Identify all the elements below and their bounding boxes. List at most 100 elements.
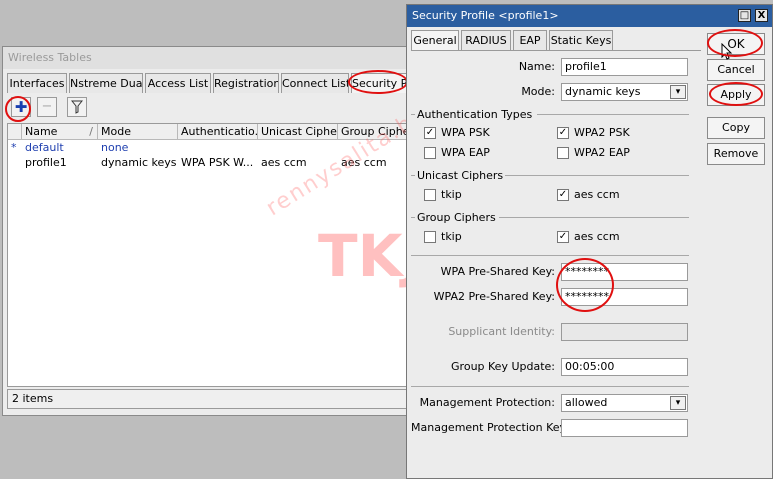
ok-button[interactable]: OK — [707, 33, 765, 55]
management-protection-key-field[interactable] — [561, 419, 688, 437]
row-unicast: aes ccm — [261, 156, 307, 169]
row-marker: * — [11, 141, 17, 154]
group-key-update-label: Group Key Update: — [451, 360, 555, 373]
mouse-cursor-icon — [721, 43, 733, 60]
tab-radius[interactable]: RADIUS — [461, 30, 511, 50]
row-group: aes ccm — [341, 156, 387, 169]
unicast-ciphers-heading: Unicast Ciphers — [417, 169, 504, 182]
tab-divider — [411, 50, 701, 51]
add-button[interactable]: ✚ — [11, 97, 31, 117]
header-name-label: Name — [25, 125, 58, 138]
name-field[interactable]: profile1 — [561, 58, 688, 76]
wpa2-psk-checkbox[interactable]: ✓ — [557, 127, 569, 139]
wpa2-psk-key-label: WPA2 Pre-Shared Key: — [433, 290, 555, 303]
header-group-ciphers[interactable]: Group Ciphers — [338, 124, 406, 140]
dropdown-arrow-icon: ▾ — [670, 85, 686, 99]
unicast-tkip-checkbox[interactable] — [424, 189, 436, 201]
unicast-aes-label: aes ccm — [574, 188, 620, 201]
dropdown-arrow-icon: ▾ — [670, 396, 686, 410]
apply-button[interactable]: Apply — [707, 84, 765, 106]
row-mode: dynamic keys — [101, 156, 177, 169]
tab-static-keys[interactable]: Static Keys — [549, 30, 613, 50]
dialog-title: Security Profile <profile1> — [407, 5, 772, 27]
row-marker — [8, 155, 22, 170]
tab-security-profiles[interactable]: Security Pr — [351, 73, 409, 93]
maximize-button[interactable]: □ — [738, 9, 751, 22]
cancel-button[interactable]: Cancel — [707, 59, 765, 81]
row-mode: none — [101, 141, 129, 154]
group-divider — [499, 217, 689, 218]
table-row[interactable]: * default none — [8, 140, 406, 155]
wpa-psk-key-label: WPA Pre-Shared Key: — [440, 265, 555, 278]
close-button[interactable]: X — [755, 9, 768, 22]
group-divider — [537, 114, 689, 115]
table-row[interactable]: profile1 dynamic keys WPA PSK W... aes c… — [8, 155, 406, 170]
status-bar: 2 items — [7, 389, 407, 409]
unicast-aes-checkbox[interactable]: ✓ — [557, 189, 569, 201]
wpa-eap-checkbox[interactable] — [424, 147, 436, 159]
group-ciphers-heading: Group Ciphers — [417, 211, 496, 224]
management-protection-label: Management Protection: — [419, 396, 555, 409]
filter-icon — [70, 100, 84, 114]
row-name: default — [25, 141, 64, 154]
toolbar: ✚ − — [7, 95, 405, 121]
management-protection-select[interactable]: allowed ▾ — [561, 394, 688, 412]
wpa-eap-label: WPA EAP — [441, 146, 490, 159]
group-aes-label: aes ccm — [574, 230, 620, 243]
tab-registration[interactable]: Registration — [213, 73, 279, 93]
group-tkip-label: tkip — [441, 230, 462, 243]
supplicant-identity-label: Supplicant Identity: — [448, 325, 555, 338]
sort-icon: / — [89, 125, 93, 138]
row-authentication: WPA PSK W... — [181, 156, 254, 169]
wpa-psk-label: WPA PSK — [441, 126, 490, 139]
management-protection-value: allowed — [565, 396, 608, 409]
header-mode[interactable]: Mode — [98, 124, 178, 140]
group-key-update-field[interactable]: 00:05:00 — [561, 358, 688, 376]
wpa2-eap-checkbox[interactable] — [557, 147, 569, 159]
filter-button[interactable] — [67, 97, 87, 117]
group-divider — [411, 175, 415, 176]
tab-connect-list[interactable]: Connect List — [281, 73, 349, 93]
supplicant-identity-field — [561, 323, 688, 341]
wpa-psk-checkbox[interactable]: ✓ — [424, 127, 436, 139]
group-divider — [411, 114, 415, 115]
header-unicast-ciphers[interactable]: Unicast Ciphers — [258, 124, 338, 140]
auth-types-heading: Authentication Types — [417, 108, 533, 121]
tab-access-list[interactable]: Access List — [145, 73, 211, 93]
header-name[interactable]: Name / — [22, 124, 98, 140]
section-divider — [411, 255, 689, 256]
tab-interfaces[interactable]: Interfaces — [7, 73, 67, 93]
remove-button[interactable]: − — [37, 97, 57, 117]
close-icon: X — [757, 10, 766, 21]
wpa2-psk-key-field[interactable]: ******** — [561, 288, 688, 306]
mode-select[interactable]: dynamic keys ▾ — [561, 83, 688, 101]
mode-label: Mode: — [521, 85, 555, 98]
header-authentication[interactable]: Authenticatio... — [178, 124, 258, 140]
wpa-psk-key-field[interactable]: ******** — [561, 263, 688, 281]
unicast-tkip-label: tkip — [441, 188, 462, 201]
copy-button[interactable]: Copy — [707, 117, 765, 139]
maximize-icon: □ — [739, 10, 750, 21]
remove-button[interactable]: Remove — [707, 143, 765, 165]
tab-nstreme-dual[interactable]: Nstreme Dual — [69, 73, 143, 93]
header-marker — [8, 124, 22, 140]
management-protection-key-label: Management Protection Key: — [411, 421, 569, 434]
profiles-table: Name / Mode Authenticatio... Unicast Cip… — [7, 123, 407, 387]
add-icon: ✚ — [14, 98, 28, 116]
remove-icon: − — [41, 99, 53, 114]
group-divider — [505, 175, 689, 176]
tab-eap[interactable]: EAP — [513, 30, 547, 50]
group-tkip-checkbox[interactable] — [424, 231, 436, 243]
mode-value: dynamic keys — [565, 85, 641, 98]
security-profile-dialog: Security Profile <profile1> □ X General … — [406, 4, 773, 479]
wireless-tables-window: Wireless Tables Interfaces Nstreme Dual … — [2, 46, 410, 416]
wpa2-eap-label: WPA2 EAP — [574, 146, 630, 159]
group-divider — [411, 217, 415, 218]
section-divider — [411, 386, 689, 387]
wpa2-psk-label: WPA2 PSK — [574, 126, 630, 139]
window-title: Wireless Tables — [3, 47, 409, 69]
tab-general[interactable]: General — [411, 30, 459, 50]
group-aes-checkbox[interactable]: ✓ — [557, 231, 569, 243]
row-name: profile1 — [25, 156, 67, 169]
name-label: Name: — [518, 60, 555, 73]
